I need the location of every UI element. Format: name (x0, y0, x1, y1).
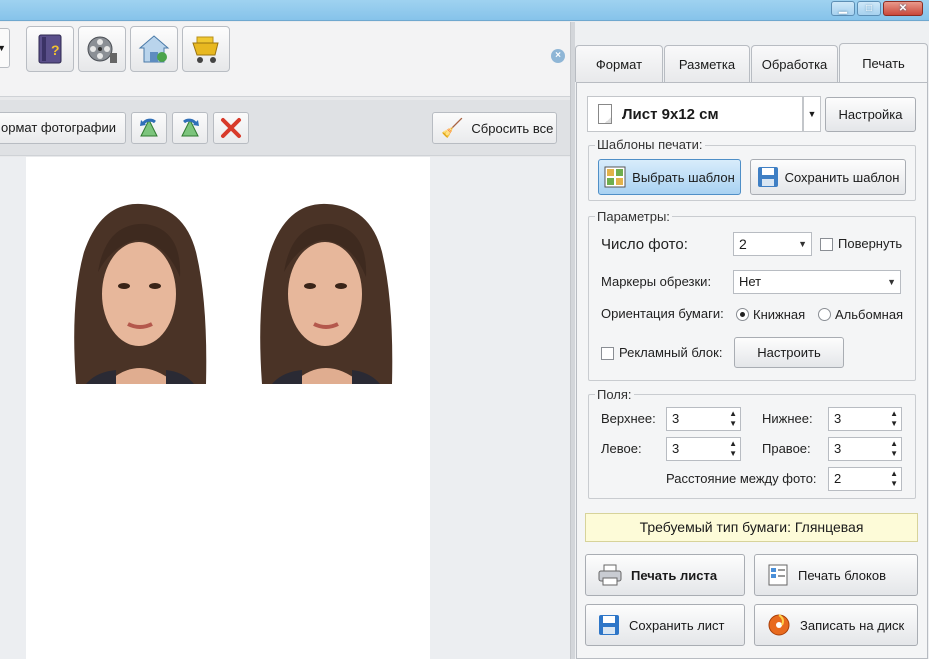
film-reel-icon (87, 36, 117, 63)
toolbar-dropdown-arrow[interactable]: ▼ (0, 28, 10, 68)
photo-1[interactable] (66, 202, 214, 384)
photo-format-button[interactable]: ормат фотографии (0, 112, 126, 144)
rotate-right-button[interactable] (172, 112, 208, 144)
landscape-label: Альбомная (835, 307, 904, 322)
choose-template-button[interactable]: Выбрать шаблон (598, 159, 741, 195)
reset-all-label: Сбросить все (471, 120, 554, 136)
right-margin-label: Правое: (762, 441, 811, 456)
print-blocks-icon (768, 564, 788, 586)
bottom-margin-value: 3 (834, 411, 842, 426)
maximize-button[interactable]: □ (857, 1, 881, 16)
save-template-label: Сохранить шаблон (784, 169, 900, 185)
burn-disc-label: Записать на диск (800, 617, 905, 633)
ad-block-checkbox[interactable] (601, 347, 614, 360)
spinner-arrows-icon[interactable]: ▲ ▼ (729, 439, 737, 459)
panel-close-icon[interactable]: × (551, 49, 565, 63)
rotate-left-icon (140, 118, 158, 137)
left-margin-value: 3 (672, 441, 680, 456)
settings-button[interactable]: Настройка (825, 97, 916, 132)
sheet-size-value: Лист 9x12 см (622, 105, 719, 123)
print-sheet-label: Печать листа (631, 567, 718, 583)
minimize-button[interactable]: ▁ (831, 1, 855, 16)
photo-count-select[interactable]: 2 ▼ (733, 232, 812, 256)
save-icon (599, 615, 619, 635)
templates-group-label: Шаблоны печати: (595, 137, 705, 152)
burn-disc-icon (768, 614, 790, 636)
home-button[interactable] (130, 26, 178, 72)
params-group-label: Параметры: (595, 209, 672, 224)
printer-icon (598, 564, 622, 586)
spinner-arrows-icon[interactable]: ▲ ▼ (890, 469, 898, 489)
rotate-right-icon (181, 118, 199, 137)
top-margin-label: Верхнее: (601, 411, 656, 426)
save-sheet-button[interactable]: Сохранить лист (585, 604, 745, 646)
broom-icon: 🧹 (441, 117, 464, 138)
photo-spacing-input[interactable]: 2 ▲ ▼ (828, 467, 902, 491)
print-sheet-button[interactable]: Печать листа (585, 554, 745, 596)
choose-template-label: Выбрать шаблон (632, 169, 735, 185)
cart-button[interactable] (182, 26, 230, 72)
save-template-button[interactable]: Сохранить шаблон (750, 159, 906, 195)
print-blocks-button[interactable]: Печать блоков (754, 554, 918, 596)
close-button[interactable]: ✕ (883, 1, 923, 16)
photo-count-value: 2 (739, 236, 747, 252)
spinner-arrows-icon[interactable]: ▲ ▼ (729, 409, 737, 429)
ad-block-label: Рекламный блок: (619, 345, 723, 360)
bottom-margin-label: Нижнее: (762, 411, 813, 426)
photo-count-label: Число фото: (601, 236, 688, 253)
rotate-label: Повернуть (838, 236, 903, 251)
paper-type-notice: Требуемый тип бумаги: Глянцевая (585, 513, 918, 542)
chevron-down-icon: ▼ (798, 239, 807, 249)
reset-all-button[interactable]: 🧹 Сбросить все (432, 112, 557, 144)
margins-group-label: Поля: (595, 387, 634, 402)
left-margin-label: Левое: (601, 441, 642, 456)
top-margin-input[interactable]: 3 ▲ ▼ (666, 407, 741, 431)
crop-markers-value: Нет (739, 274, 762, 289)
document-icon (598, 104, 612, 124)
title-bar: ▁ □ ✕ (0, 0, 929, 21)
window-controls: ▁ □ ✕ (831, 1, 923, 16)
template-grid-icon (604, 166, 626, 188)
crop-markers-select[interactable]: Нет ▼ (733, 270, 901, 294)
svg-text:?: ? (51, 42, 60, 58)
orientation-label: Ориентация бумаги: (601, 306, 724, 321)
photo-spacing-label: Расстояние между фото: (666, 471, 817, 486)
sheet-size-select[interactable]: Лист 9x12 см (587, 96, 803, 132)
photo-spacing-value: 2 (834, 471, 842, 486)
edit-toolbar: ормат фотографии 🧹 Сбросить все (0, 100, 570, 156)
delete-button[interactable] (213, 112, 249, 144)
video-button[interactable] (78, 26, 126, 72)
right-margin-input[interactable]: 3 ▲ ▼ (828, 437, 902, 461)
chevron-down-icon: ▼ (887, 277, 896, 287)
left-margin-input[interactable]: 3 ▲ ▼ (666, 437, 741, 461)
bottom-margin-input[interactable]: 3 ▲ ▼ (828, 407, 902, 431)
top-margin-value: 3 (672, 411, 680, 426)
tab-layout[interactable]: Разметка (664, 45, 750, 82)
landscape-radio[interactable] (818, 308, 831, 321)
spinner-arrows-icon[interactable]: ▲ ▼ (890, 409, 898, 429)
rotate-checkbox[interactable] (820, 238, 833, 251)
portrait-label: Книжная (753, 307, 806, 322)
save-template-icon (757, 167, 778, 187)
spinner-arrows-icon[interactable]: ▲ ▼ (890, 439, 898, 459)
right-margin-value: 3 (834, 441, 842, 456)
burn-disc-button[interactable]: Записать на диск (754, 604, 918, 646)
print-blocks-label: Печать блоков (798, 567, 886, 583)
main-toolbar: ▼ ? (0, 22, 570, 97)
tab-processing[interactable]: Обработка (751, 45, 838, 82)
save-sheet-label: Сохранить лист (629, 617, 725, 633)
tab-print[interactable]: Печать (839, 43, 928, 83)
shopping-cart-icon (192, 36, 219, 63)
portrait-radio[interactable] (736, 308, 749, 321)
crop-markers-label: Маркеры обрезки: (601, 274, 712, 289)
home-icon (138, 35, 170, 63)
chevron-down-icon[interactable]: ▼ (803, 96, 821, 132)
photo-2[interactable] (252, 202, 400, 384)
delete-icon (221, 118, 241, 138)
configure-button[interactable]: Настроить (734, 337, 844, 368)
tab-format[interactable]: Формат (575, 45, 663, 82)
help-button[interactable]: ? (26, 26, 74, 72)
rotate-left-button[interactable] (131, 112, 167, 144)
help-book-icon: ? (38, 34, 62, 64)
